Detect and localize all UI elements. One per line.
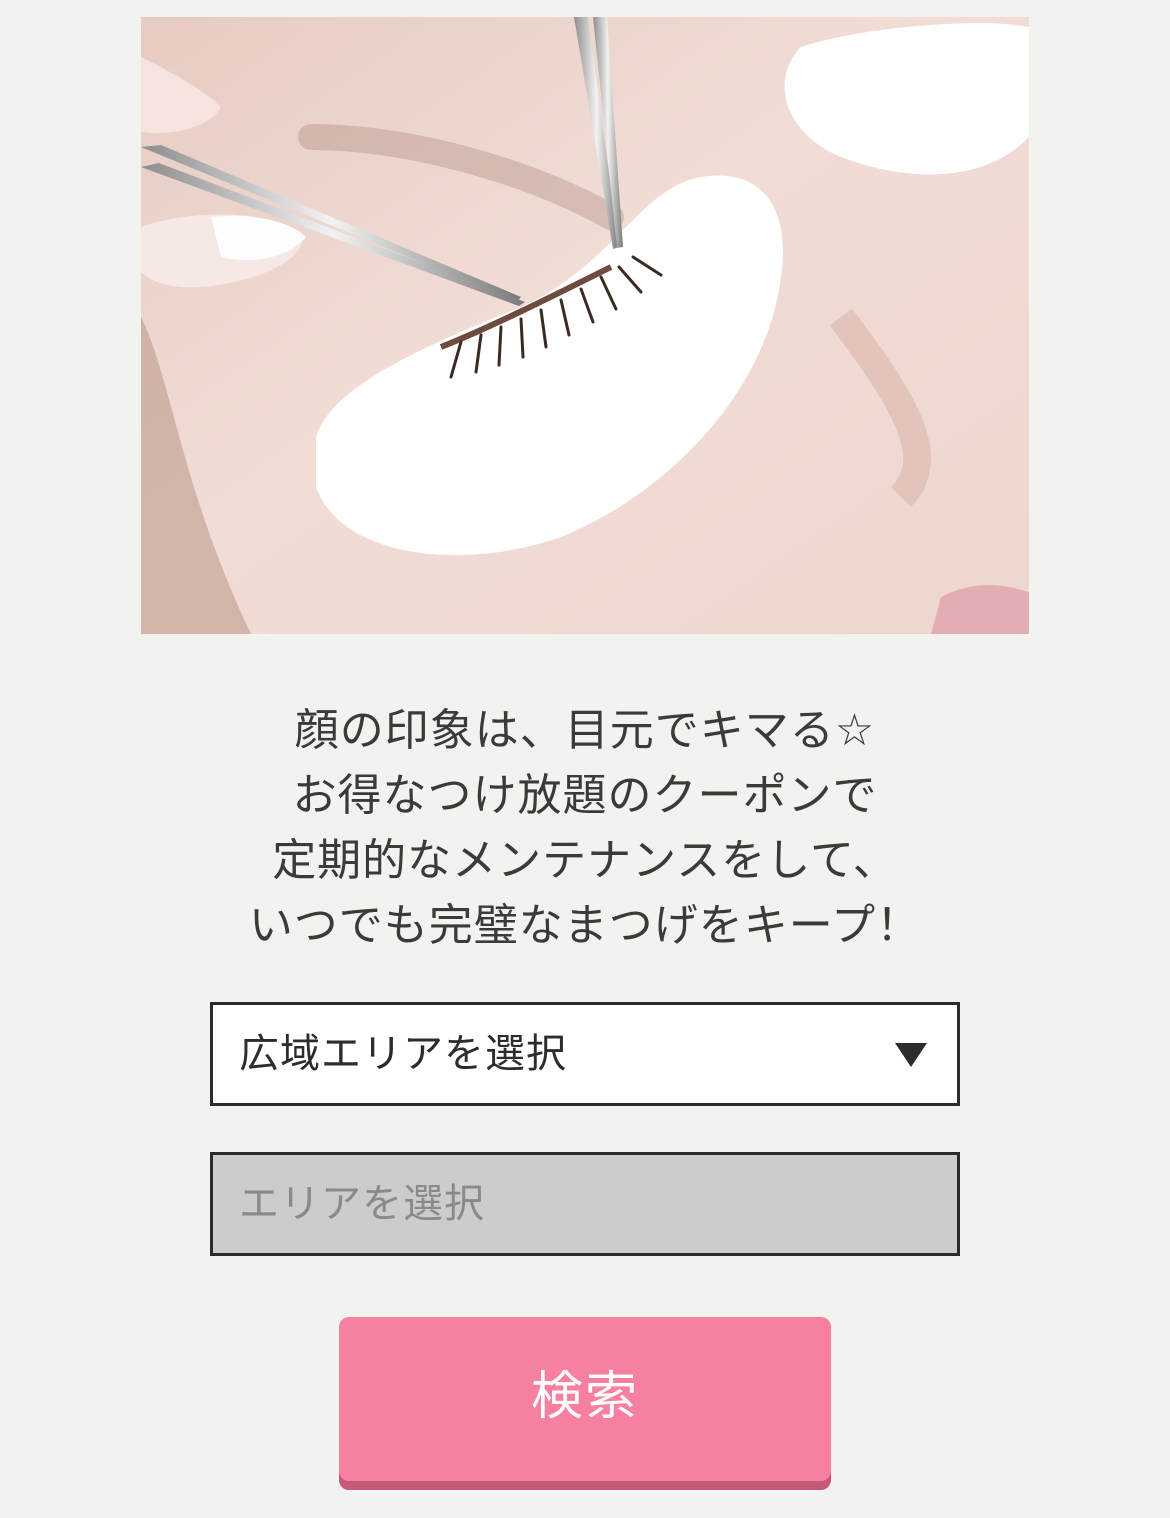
area-select[interactable]: エリアを選択 bbox=[210, 1152, 960, 1256]
hero-image bbox=[141, 17, 1029, 634]
lead-line-4: いつでも完璧なまつげをキープ！ bbox=[248, 900, 922, 951]
search-button[interactable]: 検索 bbox=[339, 1317, 831, 1481]
search-button-label: 検索 bbox=[530, 1367, 639, 1427]
lead-line-2: お得なつけ放題のクーポンで bbox=[292, 770, 878, 821]
prefecture-select-label: 広域エリアを選択 bbox=[239, 1031, 567, 1077]
prefecture-select[interactable]: 広域エリアを選択 bbox=[210, 1002, 960, 1106]
lead-line-3: 定期的なメンテナンスをして、 bbox=[272, 835, 898, 886]
lead-text: 顔の印象は、目元でキマる☆ お得なつけ放題のクーポンで 定期的なメンテナンスをし… bbox=[0, 698, 1170, 958]
lead-line-1: 顔の印象は、目元でキマる☆ bbox=[294, 705, 876, 756]
area-select-label: エリアを選択 bbox=[239, 1181, 485, 1227]
chevron-down-icon bbox=[895, 1043, 927, 1067]
